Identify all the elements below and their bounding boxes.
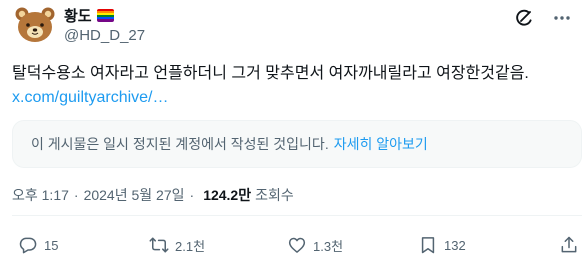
bookmark-count: 132 xyxy=(444,237,466,253)
name-row: 황도 xyxy=(64,5,145,25)
header-actions xyxy=(514,8,572,28)
user-handle[interactable]: @HD_D_27 xyxy=(64,27,145,44)
like-button[interactable]: 1.3천 xyxy=(287,228,343,262)
meta-separator: · xyxy=(189,187,195,203)
learn-more-link[interactable]: 자세히 알아보기 xyxy=(334,134,428,154)
reply-icon xyxy=(19,237,37,254)
reply-count: 15 xyxy=(44,237,59,253)
grok-icon[interactable] xyxy=(514,8,534,28)
bookmark-icon xyxy=(421,237,435,254)
repost-count: 2.1천 xyxy=(175,238,206,254)
author-info: 황도 @HD_D_27 xyxy=(64,5,145,45)
bookmark-button[interactable]: 132 xyxy=(418,228,466,262)
meta-separator: · xyxy=(73,187,79,203)
views-count[interactable]: 124.2만 xyxy=(203,185,251,205)
display-name[interactable]: 황도 xyxy=(64,5,92,26)
post-date[interactable]: 2024년 5월 27일 xyxy=(84,185,185,205)
like-count: 1.3천 xyxy=(313,238,344,254)
rainbow-flag-icon xyxy=(96,8,114,22)
notice-text: 이 게시물은 일시 정지된 계정에서 작성된 것입니다. xyxy=(31,136,329,152)
rilakkuma-bear-avatar-icon xyxy=(15,7,55,42)
tweet-text: 탈덕수용소 여자라고 언플하더니 그거 맞추면서 여자까내릴라고 여장한것같음. xyxy=(12,65,529,82)
repost-button[interactable]: 2.1천 xyxy=(149,228,205,262)
heart-icon xyxy=(288,237,306,253)
views-label: 조회수 xyxy=(255,187,294,203)
share-button[interactable] xyxy=(559,228,579,262)
tweet-link[interactable]: x.com/guiltyarchive/… xyxy=(12,88,169,108)
more-icon[interactable] xyxy=(552,8,572,28)
suspended-post-notice: 이 게시물은 일시 정지된 계정에서 작성된 것입니다. 자세히 알아보기 xyxy=(12,120,582,168)
share-icon xyxy=(561,236,577,253)
action-bar: 15 2.1천 1.3천 132 xyxy=(12,228,582,262)
divider xyxy=(12,215,582,216)
repost-icon xyxy=(149,237,169,253)
reply-button[interactable]: 15 xyxy=(18,228,58,262)
post-time[interactable]: 오후 1:17 xyxy=(12,185,69,205)
tweet-meta: 오후 1:17 · 2024년 5월 27일 · 124.2만 조회수 xyxy=(12,185,294,205)
avatar[interactable] xyxy=(14,4,56,46)
